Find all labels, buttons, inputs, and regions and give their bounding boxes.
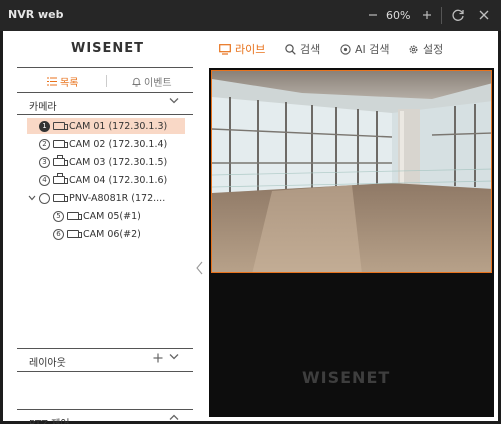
tree-item-pnv-group[interactable]: PNV-A8081R (172.... bbox=[28, 190, 165, 206]
tree-item-label: CAM 04 (172.30.1.6) bbox=[69, 174, 168, 186]
refresh-button[interactable] bbox=[450, 6, 466, 24]
ai-icon bbox=[340, 43, 351, 55]
tree-item-cam-05[interactable]: 5 CAM 05(#1) bbox=[53, 208, 141, 224]
camera-icon bbox=[53, 122, 68, 130]
top-header: WISENET 라이브 검색 AI 검색 설정 bbox=[3, 31, 498, 67]
plus-icon bbox=[423, 11, 431, 19]
add-layout-button[interactable] bbox=[153, 352, 163, 366]
wisenet-watermark: WISENET bbox=[302, 368, 391, 387]
layout-section-header[interactable]: 레이아웃 bbox=[17, 348, 193, 372]
tree-item-cam-03[interactable]: 3 CAM 03 (172.30.1.5) bbox=[39, 154, 167, 170]
tab-list-label: 목록 bbox=[60, 78, 79, 89]
chevron-up-icon[interactable] bbox=[169, 414, 179, 424]
tree-item-cam-04[interactable]: 4 CAM 04 (172.30.1.6) bbox=[39, 172, 167, 188]
plus-icon bbox=[153, 353, 163, 363]
tree-item-cam-02[interactable]: 2 CAM 02 (172.30.1.4) bbox=[39, 136, 167, 152]
tree-item-label: CAM 01 (172.30.1.3) bbox=[69, 120, 168, 132]
layout-section-label: 레이아웃 bbox=[29, 358, 66, 369]
sidebar-tabs: 목록 이벤트 bbox=[17, 67, 193, 93]
tab-event[interactable]: 이벤트 bbox=[132, 74, 172, 89]
ptz-camera-icon bbox=[53, 173, 68, 184]
video-panel: WISENET bbox=[209, 68, 494, 417]
tree-item-label: CAM 05(#1) bbox=[83, 210, 141, 222]
camera-icon bbox=[53, 194, 68, 202]
camera-feed-image bbox=[212, 71, 491, 272]
tree-item-label: CAM 06(#2) bbox=[83, 228, 141, 240]
tree-item-label: PNV-A8081R (172.... bbox=[69, 192, 166, 204]
zoom-in-button[interactable] bbox=[420, 6, 434, 24]
camera-icon bbox=[67, 230, 82, 238]
tree-item-label: CAM 03 (172.30.1.5) bbox=[69, 156, 168, 168]
nav-live-label: 라이브 bbox=[235, 43, 266, 56]
camera-icon bbox=[53, 140, 68, 148]
video-tile-1[interactable] bbox=[211, 70, 492, 273]
channel-number: 5 bbox=[53, 210, 64, 222]
nav-search-label: 검색 bbox=[300, 43, 321, 56]
refresh-icon bbox=[452, 9, 464, 21]
channel-number: 3 bbox=[39, 156, 50, 168]
zoom-level: 60% bbox=[386, 9, 411, 22]
nav-ai-search[interactable]: AI 검색 bbox=[340, 41, 390, 57]
gear-icon bbox=[409, 45, 418, 53]
nav-settings[interactable]: 설정 bbox=[408, 41, 443, 57]
channel-number: 4 bbox=[39, 174, 50, 186]
nav-search[interactable]: 검색 bbox=[285, 41, 320, 57]
list-icon bbox=[47, 77, 57, 86]
chevron-left-icon bbox=[196, 261, 203, 275]
search-icon bbox=[285, 43, 296, 55]
channel-number: 2 bbox=[39, 138, 50, 150]
ptz-section-header[interactable]: PTZ 제어 bbox=[17, 409, 193, 424]
nav-ai-label: AI 검색 bbox=[355, 43, 390, 56]
camera-section-label: 카메라 bbox=[29, 102, 57, 113]
camera-section-header[interactable]: 카메라 bbox=[17, 93, 193, 115]
bell-icon bbox=[132, 77, 141, 86]
chevron-down-icon[interactable] bbox=[169, 353, 179, 363]
tree-item-cam-06[interactable]: 6 CAM 06(#2) bbox=[53, 226, 141, 242]
collapse-sidebar-handle[interactable] bbox=[196, 261, 203, 279]
channel-circle-icon bbox=[39, 192, 50, 204]
tab-event-label: 이벤트 bbox=[144, 78, 172, 89]
toolbar-divider bbox=[441, 7, 442, 24]
tree-item-cam-01[interactable]: 1 CAM 01 (172.30.1.3) bbox=[27, 118, 185, 134]
channel-number: 1 bbox=[39, 120, 50, 132]
tree-item-label: CAM 02 (172.30.1.4) bbox=[69, 138, 168, 150]
minus-icon bbox=[369, 14, 377, 16]
ptz-section-label: PTZ 제어 bbox=[29, 415, 70, 424]
ptz-camera-icon bbox=[53, 155, 68, 166]
nav-live[interactable]: 라이브 bbox=[219, 41, 265, 57]
video-tile-2[interactable]: WISENET bbox=[211, 277, 492, 415]
tab-list[interactable]: 목록 bbox=[47, 74, 78, 89]
monitor-icon bbox=[219, 43, 231, 55]
expand-arrow-icon[interactable] bbox=[28, 194, 37, 203]
zoom-out-button[interactable] bbox=[366, 6, 380, 24]
wisenet-logo: WISENET bbox=[71, 41, 145, 56]
close-button[interactable] bbox=[476, 6, 492, 24]
camera-icon bbox=[67, 212, 82, 220]
chevron-down-icon[interactable] bbox=[169, 97, 179, 107]
title-bar: NVR web 60% bbox=[0, 0, 501, 31]
sidebar: 목록 이벤트 카메라 1 CAM 01 (172.30.1.3) 2 CAM 0… bbox=[17, 67, 193, 424]
channel-number: 6 bbox=[53, 228, 64, 240]
close-icon bbox=[479, 10, 489, 20]
app-title: NVR web bbox=[8, 8, 64, 21]
nvr-page: WISENET 라이브 검색 AI 검색 설정 목록 이벤트 카메라 1 CAM… bbox=[3, 31, 498, 424]
tab-divider bbox=[106, 75, 107, 87]
nav-settings-label: 설정 bbox=[423, 43, 444, 56]
